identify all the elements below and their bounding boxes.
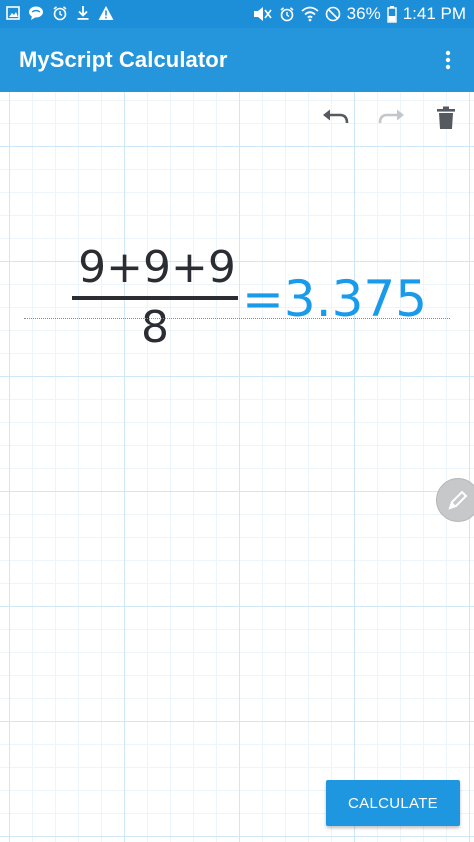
wifi-icon	[301, 6, 319, 22]
status-bar: 36% 1:41 PM	[0, 0, 474, 28]
redo-icon	[377, 108, 405, 133]
undo-button[interactable]	[320, 104, 352, 136]
download-icon	[76, 5, 90, 21]
fraction-bar	[72, 296, 238, 300]
redo-button[interactable]	[375, 104, 407, 136]
battery-percent: 36%	[346, 4, 381, 23]
trash-icon	[436, 106, 456, 135]
status-left-icons	[6, 5, 114, 21]
pen-button[interactable]	[436, 478, 474, 522]
expression-numerator: 9+9+9	[78, 242, 236, 293]
writing-canvas[interactable]	[0, 92, 474, 842]
writing-baseline	[24, 318, 450, 319]
alarm-icon	[279, 6, 295, 22]
app-title: MyScript Calculator	[19, 47, 228, 72]
clock: 1:41 PM	[402, 4, 466, 23]
mute-icon	[253, 6, 273, 22]
more-vert-icon[interactable]	[436, 48, 460, 72]
clear-button[interactable]	[430, 104, 462, 136]
expression-denominator: 8	[141, 302, 169, 353]
status-right-icons: 36% 1:41 PM	[253, 4, 466, 24]
calculate-button[interactable]: CALCULATE	[326, 780, 460, 826]
undo-icon	[322, 108, 350, 133]
image-icon	[6, 6, 20, 20]
result-value: =3.375	[242, 270, 428, 328]
alarm-icon	[52, 5, 68, 21]
chat-bubble-icon	[28, 5, 44, 21]
do-not-disturb-icon	[325, 6, 341, 22]
battery-icon	[386, 5, 397, 23]
app-bar: MyScript Calculator	[0, 28, 474, 92]
warning-icon	[98, 5, 114, 21]
